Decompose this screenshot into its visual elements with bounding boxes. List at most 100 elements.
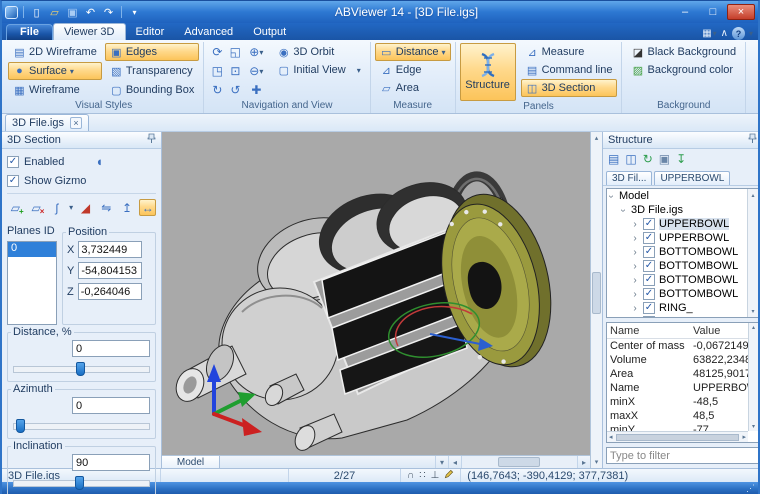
part-checkbox[interactable]: ✓ xyxy=(643,316,655,317)
collapse-ribbon-icon[interactable]: ∧ xyxy=(721,28,728,39)
filter-input[interactable] xyxy=(606,447,759,464)
layout-columns-icon[interactable]: ◫ xyxy=(625,152,636,166)
rotate-angle-icon[interactable]: ↻ xyxy=(208,81,226,99)
show-gizmo-checkbox[interactable]: ✓ xyxy=(7,175,19,187)
distance-button[interactable]: ▭Distance▾ xyxy=(375,43,451,61)
distance-field[interactable] xyxy=(72,340,150,357)
inclination-slider[interactable] xyxy=(13,476,150,491)
part-checkbox[interactable]: ✓ xyxy=(643,288,655,300)
tree-scroll-down-icon[interactable]: ▾ xyxy=(748,305,758,317)
inclination-field[interactable] xyxy=(72,454,150,471)
property-row[interactable]: NameUPPERBOWL xyxy=(607,381,758,395)
tab-advanced[interactable]: Advanced xyxy=(174,24,243,40)
surface-button[interactable]: ●Surface▾ xyxy=(8,62,102,80)
vertical-scrollbar[interactable]: ▴ ▾ xyxy=(590,132,602,468)
maximize-button[interactable]: □ xyxy=(699,4,727,20)
structure-tab-upperbowl[interactable]: UPPERBOWL xyxy=(654,171,730,185)
draw-mode-icon[interactable] xyxy=(444,469,454,482)
tree-scrollbar[interactable]: ▴ ▾ xyxy=(747,189,758,317)
property-row[interactable]: Center of mass-0,0672149757 xyxy=(607,339,758,353)
plane-list-item[interactable]: 0 xyxy=(8,242,56,257)
tree-node-part[interactable]: ›✓RING_ xyxy=(607,301,747,315)
position-x-field[interactable] xyxy=(78,241,142,258)
part-checkbox[interactable]: ✓ xyxy=(643,218,655,230)
part-checkbox[interactable]: ✓ xyxy=(643,232,655,244)
tree-node-file[interactable]: ›3D File.igs xyxy=(607,203,747,217)
tree-node-part[interactable]: ›✓UPPERBOWL xyxy=(607,231,747,245)
inclination-slider-thumb[interactable] xyxy=(75,476,84,490)
tree-node-part[interactable]: ›✓UPPERBOWL xyxy=(607,217,747,231)
move-plane-icon[interactable]: ↥ xyxy=(119,199,136,216)
resize-grip[interactable]: ⋰ xyxy=(746,483,758,494)
property-row[interactable]: Area48125,9017897 xyxy=(607,367,758,381)
background-color-button[interactable]: ▨Background color xyxy=(626,61,738,79)
part-checkbox[interactable]: ✓ xyxy=(643,302,655,314)
save-icon[interactable]: ▣ xyxy=(65,5,80,20)
initial-view-button[interactable]: ▢Initial View▾ xyxy=(272,61,365,79)
azimuth-field[interactable] xyxy=(72,397,150,414)
refresh-icon[interactable]: ↻ xyxy=(643,152,653,166)
document-tab[interactable]: 3D File.igs × xyxy=(5,114,89,131)
part-checkbox[interactable]: ✓ xyxy=(643,274,655,286)
distance-slider[interactable] xyxy=(13,362,150,377)
plane-axis-icon[interactable]: ʃ xyxy=(48,199,65,216)
tree-scroll-up-icon[interactable]: ▴ xyxy=(748,189,758,201)
window-style-icon[interactable]: ▦▾ xyxy=(702,28,716,39)
qat-customize-icon[interactable]: ▾ xyxy=(127,5,142,20)
hscroll-left-icon[interactable]: ◂ xyxy=(448,456,461,468)
tree-node-part[interactable]: ›✓BOTTOMBOWL xyxy=(607,287,747,301)
wireframe-button[interactable]: ▦Wireframe xyxy=(8,81,102,99)
zoom-window-icon[interactable]: ◱ xyxy=(226,43,244,61)
zoom-previous-icon[interactable]: ↺ xyxy=(226,81,244,99)
plane-axis-dropdown-icon[interactable]: ▾ xyxy=(69,203,73,212)
edges-button[interactable]: ▣Edges xyxy=(105,43,200,61)
app-logo-icon[interactable] xyxy=(5,6,18,19)
horizontal-scrollbar[interactable] xyxy=(461,456,577,468)
undo-icon[interactable]: ↶ xyxy=(83,5,98,20)
property-row[interactable]: minX-48,5 xyxy=(607,395,758,409)
new-file-icon[interactable]: ▯ xyxy=(29,5,44,20)
vscroll-thumb[interactable] xyxy=(592,272,601,314)
zoom-in-icon[interactable]: ⊕▾ xyxy=(244,43,268,61)
3d-section-button[interactable]: ◫3D Section xyxy=(521,79,618,97)
minimize-button[interactable]: – xyxy=(671,4,699,20)
property-row[interactable]: Volume63822,2348948 xyxy=(607,353,758,367)
structure-panel-button[interactable]: Structure xyxy=(460,43,516,101)
distance-slider-thumb[interactable] xyxy=(76,362,85,376)
hscroll-right-icon[interactable]: ▸ xyxy=(577,456,590,468)
vscroll-down-icon[interactable]: ▾ xyxy=(591,456,602,468)
tree-node-part[interactable]: ›✓BOTTOMBOWL xyxy=(607,273,747,287)
flip-plane-icon[interactable]: ⇋ xyxy=(98,199,115,216)
redo-icon[interactable]: ↷ xyxy=(101,5,116,20)
position-y-field[interactable] xyxy=(78,262,142,279)
grid-mode-icon[interactable]: ∷ xyxy=(419,471,425,481)
fit-plane-icon[interactable]: ↔ xyxy=(139,199,156,216)
tree-node-model[interactable]: ›Model xyxy=(607,189,747,203)
properties-vscrollbar[interactable]: ▴▾ xyxy=(748,323,758,431)
measure-panel-button[interactable]: ⊿Measure xyxy=(521,43,618,61)
tree-node-part[interactable]: ›✓BOTTOMBOWL xyxy=(607,245,747,259)
properties-hscrollbar[interactable]: ◂▸ xyxy=(607,431,748,442)
delete-plane-icon[interactable]: ▱× xyxy=(28,199,45,216)
close-document-icon[interactable]: × xyxy=(70,117,82,129)
tab-viewer-3d[interactable]: Viewer 3D xyxy=(53,23,126,40)
area-button[interactable]: ▱Area xyxy=(375,79,424,97)
pin-icon[interactable] xyxy=(748,133,757,147)
pan-icon[interactable]: ✚ xyxy=(244,81,268,99)
enabled-checkbox[interactable]: ✓ xyxy=(7,156,19,168)
edge-button[interactable]: ⊿Edge xyxy=(375,61,427,79)
save-structure-icon[interactable]: ▣ xyxy=(659,152,670,166)
position-z-field[interactable] xyxy=(78,283,142,300)
2d-wireframe-button[interactable]: ▤2D Wireframe xyxy=(8,43,102,61)
vscroll-up-icon[interactable]: ▴ xyxy=(591,132,602,144)
properties-hscroll-thumb[interactable] xyxy=(616,434,740,441)
command-line-button[interactable]: ▤Command line xyxy=(521,61,618,79)
dropdown-icon[interactable]: ▾ xyxy=(70,67,74,76)
initial-view-dropdown-icon[interactable]: ▾ xyxy=(357,66,361,75)
azimuth-slider[interactable] xyxy=(13,419,150,434)
align-plane-icon[interactable]: ◢ xyxy=(77,199,94,216)
black-background-button[interactable]: ◪Black Background xyxy=(626,43,741,61)
ortho-mode-icon[interactable]: ⊥ xyxy=(431,471,440,481)
zoom-extents-icon[interactable]: ⊡ xyxy=(226,62,244,80)
close-button[interactable]: × xyxy=(727,4,755,20)
